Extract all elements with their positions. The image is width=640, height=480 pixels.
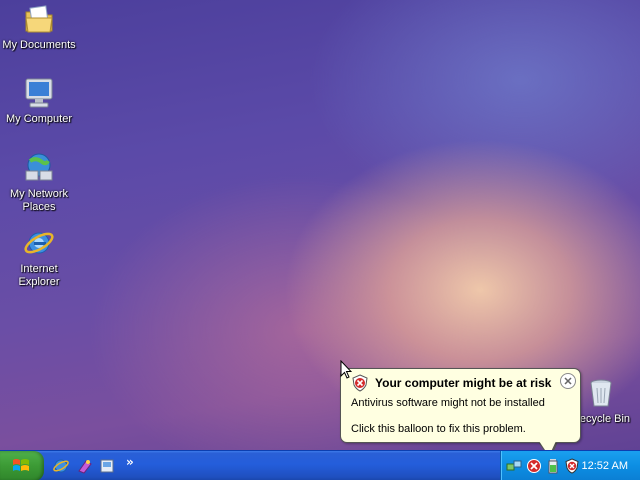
network-icon[interactable] xyxy=(506,458,522,474)
taskbar: » 12:52 AM xyxy=(0,450,640,480)
windows-logo-icon xyxy=(13,459,29,471)
folder-documents-icon xyxy=(22,2,56,36)
desktop-icon-my-computer[interactable]: My Computer xyxy=(0,76,78,126)
desktop-icon-label: My Computer xyxy=(5,113,73,125)
system-tray: 12:52 AM xyxy=(500,451,640,480)
mouse-cursor-icon xyxy=(340,360,352,379)
internet-explorer-icon[interactable] xyxy=(52,457,70,475)
security-balloon[interactable]: Your computer might be at risk Antivirus… xyxy=(340,368,581,443)
media-player-icon[interactable] xyxy=(76,457,94,475)
network-icon xyxy=(22,151,56,185)
show-desktop-icon[interactable] xyxy=(98,457,116,475)
desktop-icon-label: My Documents xyxy=(2,39,76,51)
clock[interactable]: 12:52 AM xyxy=(582,460,628,472)
desktop-icon-my-network-places[interactable]: My Network Places xyxy=(0,151,78,214)
close-icon[interactable] xyxy=(560,373,576,389)
desktop-icon-my-documents[interactable]: My Documents xyxy=(0,2,78,52)
balloon-title: Your computer might be at risk xyxy=(375,376,552,390)
quick-launch-chevron[interactable]: » xyxy=(126,455,134,469)
balloon-action-text[interactable]: Click this balloon to fix this problem. xyxy=(351,423,526,435)
internet-explorer-icon xyxy=(22,226,56,260)
balloon-message: Antivirus software might not be installe… xyxy=(351,397,545,409)
recycle-bin-icon xyxy=(584,376,618,410)
security-shield-red-icon xyxy=(352,374,368,392)
desktop-icon-label: My Network Places xyxy=(9,188,69,213)
desktop-icon-internet-explorer[interactable]: Internet Explorer xyxy=(0,226,78,289)
security-alert-icon[interactable] xyxy=(526,458,542,474)
battery-icon[interactable] xyxy=(545,458,561,474)
start-button[interactable] xyxy=(0,451,44,480)
security-center-icon[interactable] xyxy=(564,458,580,474)
computer-icon xyxy=(22,76,56,110)
desktop-icon-label: Internet Explorer xyxy=(18,263,60,288)
